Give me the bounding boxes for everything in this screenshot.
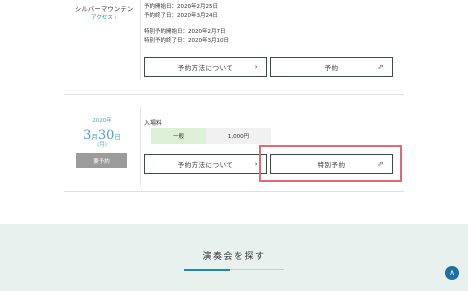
- event-weekday: (月): [97, 142, 107, 148]
- reservation-start-date: 予約開始日：2020年2月25日: [144, 4, 218, 10]
- how-to-reserve-button[interactable]: 予約方法について ›: [144, 57, 267, 77]
- reservation-end-date: 予約終了日：2020年3月24日: [144, 13, 218, 19]
- row-divider: [64, 94, 404, 95]
- highlight-box: [259, 145, 402, 182]
- column-divider-top: [140, 0, 141, 80]
- how-to-reserve-label: 予約方法について: [177, 64, 234, 72]
- reserve-button[interactable]: 予約 ⬀: [270, 57, 393, 77]
- venue-access-link[interactable]: アクセス ›: [68, 13, 140, 21]
- status-badge: 要予約: [76, 153, 127, 168]
- venue-name: シルバーマウンテン: [74, 5, 134, 13]
- row-divider: [64, 191, 404, 192]
- chevron-right-icon: ›: [254, 160, 258, 168]
- search-section-title: 演奏会を探す: [202, 252, 266, 262]
- external-link-icon: ⬀: [377, 63, 384, 71]
- how-to-reserve-button[interactable]: 予約方法について ›: [144, 154, 267, 174]
- column-divider-bottom: [140, 106, 141, 186]
- special-reservation-end-date: 特別予約終了日：2020年3月10日: [144, 38, 229, 44]
- fee-price-cell: 1,000円: [206, 128, 271, 144]
- reserve-label: 予約: [324, 64, 339, 72]
- fee-type-cell: 一般: [151, 128, 206, 144]
- how-to-reserve-label: 予約方法について: [177, 161, 234, 169]
- scroll-to-top-button[interactable]: ∧: [445, 266, 459, 280]
- admission-fee-label: 入場料: [144, 120, 163, 127]
- event-year: 2020年: [92, 118, 112, 124]
- title-underline-accent: [184, 269, 230, 271]
- chevron-right-icon: ›: [254, 63, 258, 71]
- special-reservation-start-date: 特別予約開始日：2020年2月7日: [144, 29, 226, 35]
- chevron-up-icon: ∧: [449, 268, 455, 277]
